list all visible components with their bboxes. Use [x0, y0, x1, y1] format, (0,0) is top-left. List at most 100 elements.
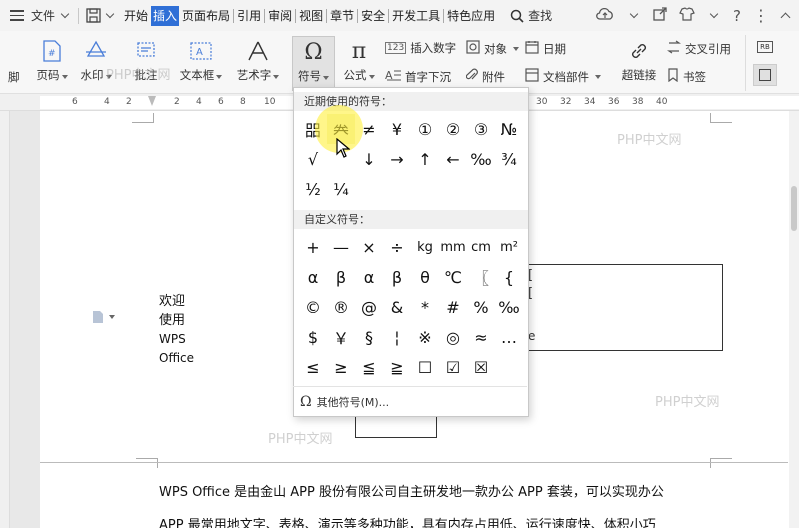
- symbol-cell[interactable]: mm: [439, 232, 467, 262]
- symbol-cell[interactable]: {: [495, 262, 523, 292]
- tab-page-layout[interactable]: 页面布局: [181, 6, 231, 26]
- symbol-cell[interactable]: ¥: [383, 114, 411, 144]
- symbol-cell[interactable]: ×: [355, 232, 383, 262]
- symbol-cell[interactable]: √: [299, 144, 327, 174]
- symbol-cell[interactable]: ↑: [411, 144, 439, 174]
- more-symbols-button[interactable]: Ω 其他符号(M)...: [300, 394, 389, 410]
- symbol-cell[interactable]: ③: [467, 114, 495, 144]
- crossref-button[interactable]: 交叉引用: [667, 40, 731, 57]
- symbol-cell[interactable]: ℃: [439, 262, 467, 292]
- hyperlink-button[interactable]: 超链接: [618, 39, 660, 83]
- symbol-cell[interactable]: *: [411, 292, 439, 322]
- symbol-cell[interactable]: ©: [299, 292, 327, 322]
- page-layout-toggle[interactable]: [753, 64, 777, 86]
- quick-access-dropdown-icon[interactable]: [105, 9, 115, 19]
- insert-number-button[interactable]: 123 插入数字: [385, 40, 456, 56]
- symbol-cell[interactable]: —: [327, 232, 355, 262]
- skin-dropdown-icon[interactable]: [709, 9, 719, 19]
- symbol-cell[interactable]: θ: [411, 262, 439, 292]
- symbol-cell[interactable]: cm: [467, 232, 495, 262]
- symbol-cell[interactable]: β: [327, 262, 355, 292]
- bookmark-button[interactable]: 书签: [667, 68, 706, 85]
- symbol-cell[interactable]: ↓: [355, 144, 383, 174]
- symbol-cell[interactable]: ½: [299, 174, 327, 204]
- watermark-button[interactable]: 水印: [77, 39, 115, 83]
- symbol-cell[interactable]: m²: [495, 232, 523, 262]
- symbol-cell[interactable]: α: [299, 262, 327, 292]
- scrollbar-thumb[interactable]: [791, 186, 797, 231]
- skin-icon[interactable]: [679, 7, 695, 24]
- symbol-cell[interactable]: 〖: [467, 262, 495, 292]
- save-icon[interactable]: [85, 8, 101, 24]
- help-icon[interactable]: ?: [733, 7, 741, 25]
- tab-review[interactable]: 审阅: [267, 6, 293, 26]
- symbol-cell[interactable]: ¦: [383, 322, 411, 352]
- symbol-cell[interactable]: ②: [439, 114, 467, 144]
- symbol-cell[interactable]: kg: [411, 232, 439, 262]
- symbol-cell[interactable]: %: [467, 292, 495, 322]
- textbox-button[interactable]: A 文本框: [178, 39, 224, 83]
- symbol-cell[interactable]: ≤: [299, 352, 327, 382]
- symbol-cell[interactable]: ≈: [467, 322, 495, 352]
- file-menu[interactable]: 文件: [0, 0, 72, 31]
- symbol-cell[interactable]: ¼: [327, 174, 355, 204]
- object-button[interactable]: 对象: [466, 40, 519, 57]
- tab-insert[interactable]: 插入: [151, 5, 180, 26]
- comment-button[interactable]: 批注: [127, 39, 165, 83]
- wordart-button[interactable]: 艺术字: [235, 39, 281, 83]
- symbol-cell[interactable]: ≦: [355, 352, 383, 382]
- symbol-cell[interactable]: ←: [439, 144, 467, 174]
- paragraph-line[interactable]: WPS Office 是由金山 APP 股份有限公司自主研发地一款办公 APP …: [159, 481, 664, 500]
- symbol-cell[interactable]: ※: [411, 322, 439, 352]
- symbol-cell[interactable]: ☒: [467, 352, 495, 382]
- tab-references[interactable]: 引用: [236, 6, 262, 26]
- symbol-cell[interactable]: ☑: [439, 352, 467, 382]
- symbol-button[interactable]: Ω 符号: [292, 36, 335, 91]
- tab-special[interactable]: 特色应用: [446, 6, 496, 26]
- tab-home[interactable]: 开始: [123, 6, 149, 26]
- share-icon[interactable]: [653, 7, 667, 24]
- header-icon[interactable]: RB: [757, 41, 773, 53]
- symbol-cell[interactable]: №: [495, 114, 523, 144]
- footer-label[interactable]: 脚: [8, 69, 20, 85]
- symbol-cell[interactable]: $: [299, 322, 327, 352]
- doc-parts-button[interactable]: 文档部件: [525, 68, 601, 85]
- page-number-button[interactable]: # 页码: [33, 39, 71, 83]
- tab-developer[interactable]: 开发工具: [391, 6, 441, 26]
- symbol-cell[interactable]: β: [383, 262, 411, 292]
- cloud-icon[interactable]: [595, 7, 615, 24]
- formula-button[interactable]: π 公式: [340, 39, 378, 83]
- date-button[interactable]: 日期: [525, 40, 566, 57]
- symbol-cell[interactable]: ①: [411, 114, 439, 144]
- symbol-cell[interactable]: §: [355, 322, 383, 352]
- symbol-cell[interactable]: →: [383, 144, 411, 174]
- symbol-cell[interactable]: ≧: [383, 352, 411, 382]
- symbol-cell[interactable]: @: [355, 292, 383, 322]
- search-button[interactable]: 查找: [510, 7, 552, 24]
- symbol-cell[interactable]: ☐: [411, 352, 439, 382]
- symbol-cell[interactable]: +: [299, 232, 327, 262]
- cloud-dropdown-icon[interactable]: [629, 9, 639, 19]
- symbol-cell[interactable]: ®: [327, 292, 355, 322]
- shape-box[interactable]: [355, 414, 437, 438]
- symbol-cell[interactable]: ◎: [439, 322, 467, 352]
- dropcap-button[interactable]: A 首字下沉: [385, 68, 451, 85]
- symbol-cell[interactable]: α: [355, 262, 383, 292]
- symbol-cell[interactable]: &: [383, 292, 411, 322]
- symbol-cell[interactable]: ￥: [327, 322, 355, 352]
- vertical-scrollbar[interactable]: [789, 111, 799, 528]
- collapse-icon[interactable]: [780, 12, 791, 23]
- symbol-cell[interactable]: ≥: [327, 352, 355, 382]
- tab-chapter[interactable]: 章节: [329, 6, 355, 26]
- paragraph-handle[interactable]: [92, 310, 115, 324]
- more-icon[interactable]: ⋮: [753, 6, 770, 25]
- welcome-text[interactable]: 欢迎 使用 WPS Office: [159, 292, 194, 368]
- symbol-cell[interactable]: ‰: [495, 292, 523, 322]
- symbol-cell[interactable]: ÷: [383, 232, 411, 262]
- attachment-button[interactable]: 附件: [465, 68, 505, 85]
- symbol-cell[interactable]: ‰: [467, 144, 495, 174]
- paragraph-line[interactable]: APP 最常用地文字、表格、演示等多种功能，具有内存占用低、运行速度快、体积小巧: [159, 514, 656, 528]
- symbol-cell[interactable]: #: [439, 292, 467, 322]
- symbol-cell[interactable]: …: [495, 322, 523, 352]
- tab-security[interactable]: 安全: [360, 6, 386, 26]
